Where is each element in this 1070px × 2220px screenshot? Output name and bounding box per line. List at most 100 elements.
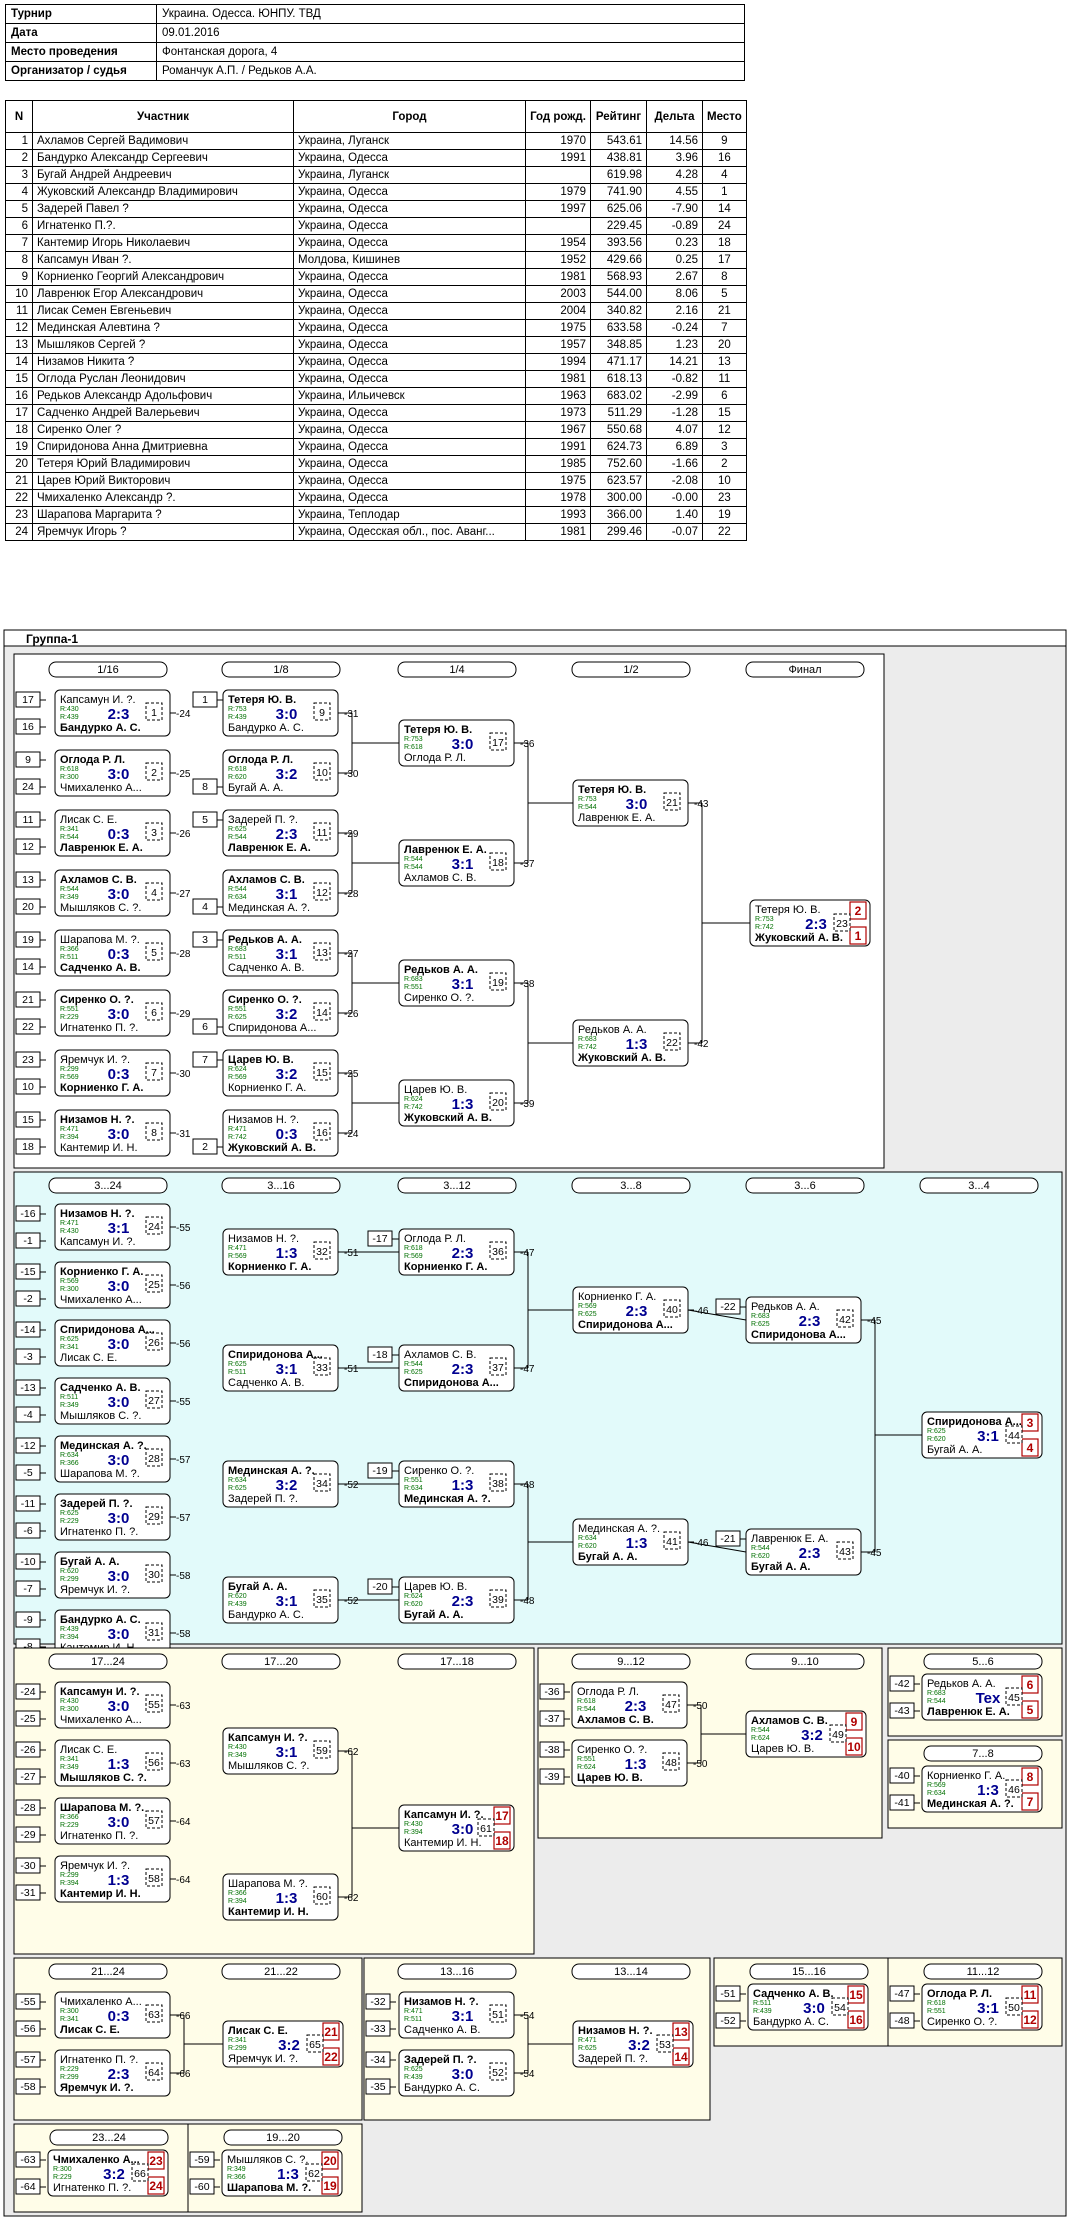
round-header-label: 3...12	[443, 1180, 471, 1192]
seed-label: 13	[22, 874, 34, 886]
player-rating: R:624	[577, 1764, 596, 1771]
player-name: Жуковский А. В.	[754, 932, 843, 944]
seed-label: -38	[544, 1744, 559, 1756]
player-rating: R:634	[60, 1452, 79, 1459]
player-name: Низамов Н. ?.	[228, 1114, 299, 1126]
player-name: Бандурко А. С.	[228, 722, 304, 734]
player-name: Шарапова М. ?.	[228, 1878, 308, 1890]
player-name: Чмихаленко А...	[53, 2154, 140, 2166]
place-number: 23	[149, 2154, 163, 2168]
player-rating: R:620	[60, 1568, 79, 1575]
match-number: 29	[148, 1511, 160, 1523]
seed-label: 1	[202, 694, 208, 706]
player-name: Спиридонова А...	[60, 1324, 155, 1336]
round-header-label: 1/16	[97, 664, 118, 676]
seed-label: -37	[544, 1713, 559, 1725]
player-name: Низамов Н. ?.	[60, 1208, 135, 1220]
loser-destination: -37	[520, 859, 535, 870]
player-name: Царев Ю. В.	[228, 1054, 294, 1066]
player-name: Бугай А. А.	[751, 1561, 810, 1573]
match-number: 10	[316, 767, 328, 779]
player-rating: R:618	[927, 2000, 946, 2007]
place-number: 2	[855, 904, 862, 918]
match-number: 6	[151, 1007, 157, 1019]
loser-destination: -56	[176, 1281, 191, 1292]
player-name: Спиридонова А...	[228, 1022, 316, 1034]
loser-destination: -47	[520, 1248, 535, 1259]
player-rating: R:511	[404, 2016, 422, 2023]
player-name: Задерей П. ?.	[228, 1493, 298, 1505]
player-name: Садченко А. В.	[228, 1377, 304, 1389]
player-rating: R:300	[60, 774, 79, 781]
match-score: 3:1	[452, 856, 474, 873]
player-rating: R:753	[228, 706, 247, 713]
player-rating: R:366	[227, 2174, 246, 2181]
loser-destination: -27	[176, 889, 191, 900]
player-name: Садченко А. В.	[60, 1382, 141, 1394]
loser-destination: -50	[693, 1701, 708, 1712]
loser-destination: -62	[344, 1747, 359, 1758]
seed-label: -30	[20, 1860, 35, 1872]
player-rating: R:625	[578, 1311, 597, 1318]
seed-label: -60	[194, 2181, 209, 2193]
loser-destination: -64	[176, 1875, 191, 1886]
player-name: Мединская А. ?.	[927, 1798, 1014, 1810]
seed-label: -10	[20, 1556, 35, 1568]
seed-label: -28	[20, 1802, 35, 1814]
player-rating: R:341	[60, 2016, 79, 2023]
match-score: 3:0	[276, 706, 298, 723]
player-name: Бандурко А. С.	[60, 1614, 141, 1626]
loser-destination: -63	[176, 1759, 191, 1770]
loser-destination: -47	[520, 1364, 535, 1375]
player-name: Спиридонова А...	[228, 1349, 323, 1361]
player-name: Редьков А. А.	[404, 964, 478, 976]
match-score: 1:3	[626, 1535, 648, 1552]
match-score: 3:1	[108, 1220, 130, 1237]
match-number: 45	[1008, 1692, 1020, 1704]
match-number: 21	[666, 797, 678, 809]
player-name: Лавренюк Е. А.	[60, 842, 143, 854]
round-header-label: 3...8	[620, 1180, 641, 1192]
player-name: Мышляков С. ?.	[60, 902, 141, 914]
seed-label: -4	[23, 1409, 32, 1421]
match-score: 2:3	[452, 1361, 474, 1378]
match-score: 3:1	[276, 946, 298, 963]
player-rating: R:569	[60, 1278, 79, 1285]
player-rating: R:439	[228, 714, 247, 721]
match-number: 50	[1008, 2002, 1020, 2014]
player-name: Царев Ю. В.	[751, 1743, 814, 1755]
player-name: Задерей П. ?.	[228, 814, 298, 826]
player-name: Лавренюк Е. А.	[404, 844, 487, 856]
player-name: Сиренко О. ?.	[60, 994, 134, 1006]
player-name: Мышляков С. ?.	[227, 2154, 308, 2166]
match-score: 3:2	[276, 766, 298, 783]
player-rating: R:618	[404, 1245, 423, 1252]
match-number: 16	[316, 1127, 328, 1139]
match-score: 2:3	[452, 1593, 474, 1610]
player-rating: R:544	[927, 1698, 946, 1705]
seed-label: 2	[202, 1141, 208, 1153]
player-name: Игнатенко П. ?.	[60, 1830, 138, 1842]
player-name: Мышляков С. ?.	[228, 1760, 309, 1772]
seed-label: -39	[544, 1771, 559, 1783]
player-name: Яремчук И. ?.	[60, 2082, 134, 2094]
player-name: Тетеря Ю. В.	[404, 724, 472, 736]
loser-destination: -64	[176, 1817, 191, 1828]
round-header-label: 3...16	[267, 1180, 295, 1192]
loser-destination: -43	[694, 799, 709, 810]
player-rating: R:625	[60, 1336, 79, 1343]
player-rating: R:634	[228, 1477, 247, 1484]
seed-label: -1	[23, 1235, 32, 1247]
loser-destination: -62	[344, 1893, 359, 1904]
place-number: 4	[1027, 1441, 1034, 1455]
round-header-label: 1/8	[273, 664, 288, 676]
player-rating: R:753	[404, 736, 423, 743]
player-rating: R:299	[60, 1576, 79, 1583]
seed-label: -9	[23, 1614, 32, 1626]
player-rating: R:439	[228, 1601, 247, 1608]
player-rating: R:569	[60, 1074, 79, 1081]
loser-destination: -39	[520, 1099, 535, 1110]
player-name: Игнатенко П. ?.	[60, 1526, 138, 1538]
seed-label: -5	[23, 1467, 32, 1479]
place-number: 20	[323, 2154, 337, 2168]
